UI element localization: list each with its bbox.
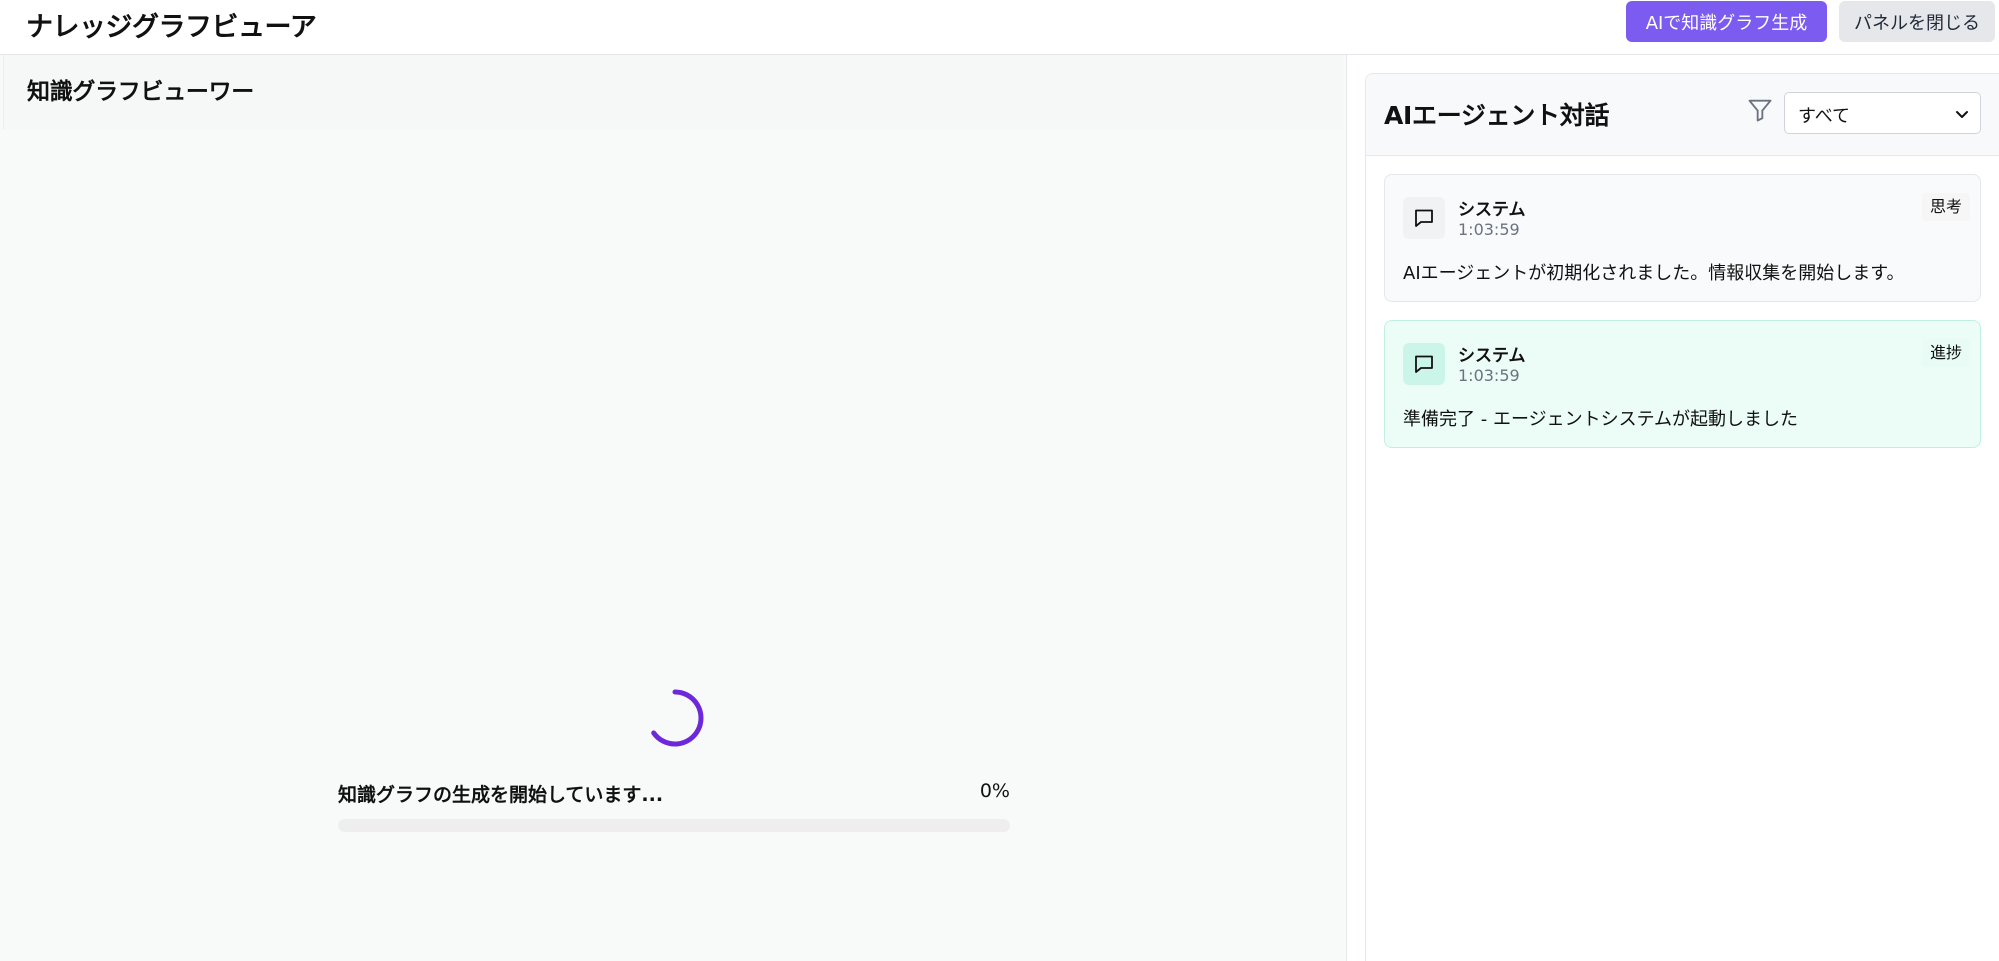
message-type-badge: 進捗 bbox=[1921, 339, 1970, 367]
chat-bubble-icon bbox=[1415, 355, 1433, 373]
message-time: 1:03:59 bbox=[1458, 366, 1520, 385]
generate-graph-button[interactable]: AIで知識グラフ生成 bbox=[1626, 1, 1827, 42]
chat-bubble-icon bbox=[1415, 209, 1433, 227]
chevron-down-icon bbox=[1956, 111, 1968, 118]
graph-viewer: 知識グラフビューワー 知識グラフの生成を開始しています... 0% bbox=[0, 55, 1347, 961]
app-title: ナレッジグラフビューア bbox=[26, 12, 317, 43]
viewer-title: 知識グラフビューワー bbox=[27, 79, 255, 105]
message-sender: システム bbox=[1458, 200, 1526, 220]
message-card: システム 1:03:59 進捗 準備完了 - エージェントシステムが起動しました bbox=[1384, 320, 1981, 448]
message-avatar bbox=[1403, 197, 1445, 239]
agent-panel-title: AIエージェント対話 bbox=[1384, 101, 1610, 130]
viewer-header: 知識グラフビューワー bbox=[3, 55, 1343, 130]
message-card: システム 1:03:59 思考 AIエージェントが初期化されました。情報収集を開… bbox=[1384, 174, 1981, 302]
progress-bar bbox=[338, 819, 1010, 832]
message-filter-select[interactable]: すべて bbox=[1784, 92, 1981, 134]
message-sender: システム bbox=[1458, 346, 1526, 366]
agent-panel-card: AIエージェント対話 すべて システム 1:03:59 思考 AIエージェントが… bbox=[1365, 73, 1999, 961]
loading-spinner-icon bbox=[651, 689, 704, 747]
close-panel-button[interactable]: パネルを閉じる bbox=[1839, 1, 1995, 42]
filter-selected-value: すべて bbox=[1798, 106, 1851, 127]
filter-icon[interactable] bbox=[1746, 96, 1774, 124]
progress-label: 知識グラフの生成を開始しています... bbox=[338, 784, 664, 806]
message-time: 1:03:59 bbox=[1458, 220, 1520, 239]
message-type-badge: 思考 bbox=[1921, 193, 1970, 221]
progress-percent: 0% bbox=[979, 780, 1010, 802]
top-header: ナレッジグラフビューア AIで知識グラフ生成 パネルを閉じる bbox=[0, 0, 1999, 55]
message-text: AIエージェントが初期化されました。情報収集を開始します。 bbox=[1403, 263, 1905, 284]
message-text: 準備完了 - エージェントシステムが起動しました bbox=[1403, 409, 1799, 430]
message-avatar bbox=[1403, 343, 1445, 385]
agent-panel: AIエージェント対話 すべて システム 1:03:59 思考 AIエージェントが… bbox=[1347, 55, 1999, 961]
agent-panel-header: AIエージェント対話 すべて bbox=[1366, 74, 1999, 156]
